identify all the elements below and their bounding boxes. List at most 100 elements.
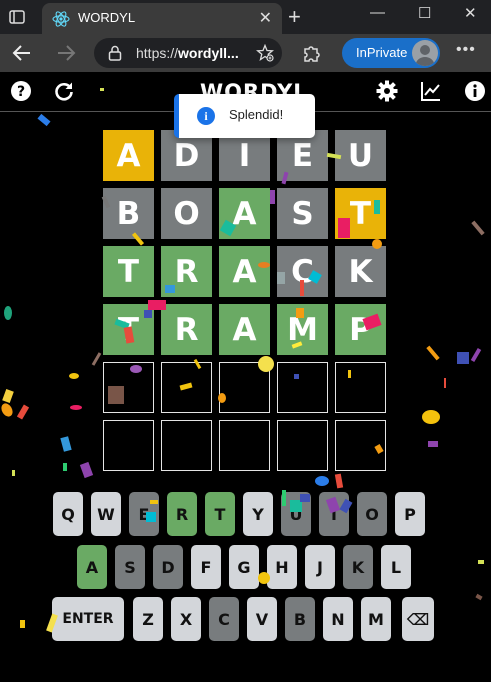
browser-tab-bar: WORDYL ✕ + — ☐ ✕ [0,0,491,34]
grid-tile: B [103,188,154,239]
grid-tile: T [103,304,154,355]
new-tab-button[interactable]: + [288,4,301,30]
confetti-piece [63,463,67,471]
key-j[interactable]: J [305,545,335,589]
key-u[interactable]: U [281,492,311,536]
confetti-piece [457,352,469,364]
key-k[interactable]: K [343,545,373,589]
forward-arrow-icon[interactable] [54,41,78,65]
confetti-piece [79,461,94,479]
confetti-piece [478,560,484,564]
key-i[interactable]: I [319,492,349,536]
settings-more-icon[interactable]: ••• [456,41,476,59]
key-w[interactable]: W [91,492,121,536]
key-y[interactable]: Y [243,492,273,536]
grid-tile: C [277,246,328,297]
restart-icon[interactable] [53,80,75,102]
key-c[interactable]: C [209,597,239,641]
grid-tile [161,362,212,413]
grid-tile: R [161,246,212,297]
confetti-piece [12,470,15,476]
key-n[interactable]: N [323,597,353,641]
grid-tile [277,420,328,471]
success-toast: i Splendid! [174,94,315,138]
lock-icon[interactable] [108,45,122,61]
tab-close-icon[interactable]: ✕ [259,8,272,28]
back-arrow-icon[interactable] [10,41,34,65]
confetti-piece [422,410,440,424]
key-g[interactable]: G [229,545,259,589]
add-favorite-icon[interactable] [256,43,274,62]
toast-message: Splendid! [229,107,284,122]
key-f[interactable]: F [191,545,221,589]
key-d[interactable]: D [153,545,183,589]
grid-tile: U [335,130,386,181]
grid-tile: S [277,188,328,239]
react-favicon-icon [52,10,70,28]
key-t[interactable]: T [205,492,235,536]
grid-tile [103,420,154,471]
key-s[interactable]: S [115,545,145,589]
svg-text:?: ? [17,84,25,100]
key-m[interactable]: M [361,597,391,641]
enter-key[interactable]: ENTER [52,597,124,641]
browser-tab-active[interactable]: WORDYL ✕ [42,3,282,34]
confetti-piece [426,345,440,361]
help-icon[interactable]: ? [10,80,32,102]
grid-tile: T [103,246,154,297]
key-e[interactable]: E [129,492,159,536]
key-q[interactable]: Q [53,492,83,536]
grid-tile: A [219,304,270,355]
grid-tile [335,362,386,413]
window-minimize-button[interactable]: — [370,4,385,21]
key-r[interactable]: R [167,492,197,536]
backspace-key-icon[interactable]: ⌫ [402,597,434,641]
confetti-piece [334,473,344,489]
info-icon[interactable] [464,80,486,102]
confetti-piece [470,347,482,363]
confetti-piece [0,401,15,419]
inprivate-button[interactable]: InPrivate [342,38,440,68]
grid-tile: K [335,246,386,297]
info-toast-icon: i [197,107,215,125]
window-close-button[interactable]: ✕ [464,4,477,22]
confetti-piece [60,436,72,452]
key-x[interactable]: X [171,597,201,641]
grid-tile: A [219,188,270,239]
window-maximize-button[interactable]: ☐ [418,4,431,22]
inprivate-label: InPrivate [356,45,408,60]
grid-tile [277,362,328,413]
grid-tile: P [335,304,386,355]
grid-tile [103,362,154,413]
grid-tile: R [161,304,212,355]
key-z[interactable]: Z [133,597,163,641]
key-l[interactable]: L [381,545,411,589]
confetti-piece [475,593,483,601]
confetti-piece [20,620,25,628]
key-p[interactable]: P [395,492,425,536]
settings-gear-icon[interactable] [376,80,398,102]
grid-tile [161,420,212,471]
confetti-piece [270,190,275,204]
grid-tile: A [103,130,154,181]
grid-tile: M [277,304,328,355]
extensions-puzzle-icon[interactable] [302,43,322,63]
tab-actions-icon[interactable] [6,7,28,27]
key-o[interactable]: O [357,492,387,536]
confetti-piece [69,373,79,379]
confetti-piece [70,405,82,410]
confetti-piece [2,388,14,404]
key-v[interactable]: V [247,597,277,641]
confetti-piece [428,441,438,447]
address-bar[interactable]: https://wordyll... [94,38,282,68]
confetti-piece [471,220,485,236]
grid-tile [219,420,270,471]
key-h[interactable]: H [267,545,297,589]
statistics-chart-icon[interactable] [420,80,442,102]
confetti-piece [444,378,446,388]
profile-avatar-icon [412,40,438,66]
confetti-piece [4,306,12,320]
key-b[interactable]: B [285,597,315,641]
key-a[interactable]: A [77,545,107,589]
grid-tile [335,420,386,471]
